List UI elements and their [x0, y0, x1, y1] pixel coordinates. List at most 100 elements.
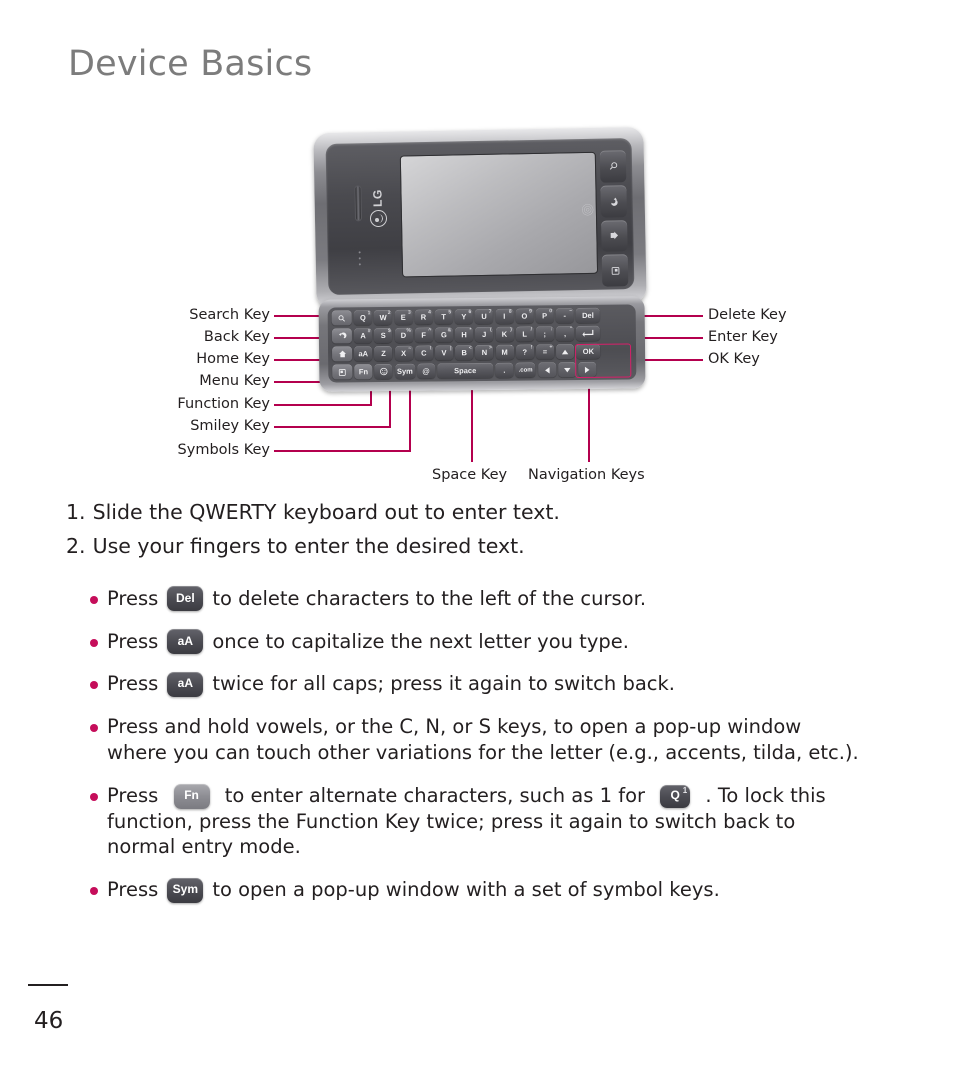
step-text: Slide the QWERTY keyboard out to enter t… [92, 500, 560, 524]
phone-upper-body: LG [313, 126, 647, 310]
step-item: 2. Use your fingers to enter the desired… [66, 534, 926, 558]
kb-key-n[interactable]: N > [475, 344, 494, 361]
kb-key-fn[interactable]: Fn [354, 364, 373, 380]
kb-back-icon[interactable] [331, 328, 352, 344]
bullet-dot-icon [90, 681, 98, 690]
kb-key-label: J [482, 329, 487, 339]
kb-key-label: Del [582, 310, 594, 320]
bullet-mid: to enter alternate characters, such as 1… [224, 783, 646, 807]
left-arrow-icon[interactable] [537, 362, 556, 378]
kb-key-h[interactable]: H * [454, 326, 474, 343]
kb-key-period[interactable]: . [495, 362, 514, 378]
kb-key-c[interactable]: C \ [414, 345, 433, 361]
kb-key-v[interactable]: V | [434, 345, 454, 361]
q-keycap-label: Q [670, 788, 680, 803]
search-icon[interactable] [599, 150, 627, 183]
kb-key-label: V [441, 348, 447, 358]
bullet-dot-icon [90, 887, 98, 896]
kb-key-m[interactable]: M ` [495, 344, 514, 360]
label-enter-key: Enter Key [708, 329, 778, 345]
right-arrow-icon[interactable] [578, 361, 597, 377]
label-smiley-key: Smiley Key [190, 418, 270, 434]
kb-key-u[interactable]: U7 [474, 308, 494, 325]
kb-key-del[interactable]: Del [575, 307, 601, 324]
phone-front-face: LG [325, 138, 635, 295]
kb-key-hyphen[interactable]: - ~ [555, 308, 574, 324]
kb-key-d[interactable]: D% [394, 327, 413, 343]
keyboard-row-1: Q1 W2 E3 R4 T5 Y6 U7 I8 O9 P0 - ~ Del [331, 307, 632, 326]
bullet-pre: Press [107, 783, 159, 807]
kb-key-x[interactable]: X ~ [394, 345, 413, 361]
phone-illustration: LG Q 1 W 2 E 3 R 4 T 5 Y 6 U 7 I 8 O 9 P… [305, 122, 655, 402]
bullet-text: Press Sym to open a pop-up window with a… [107, 877, 940, 903]
bullet-list: Press Del to delete characters to the le… [90, 586, 940, 920]
kb-key-q[interactable]: Q1 [353, 310, 372, 326]
kb-key-y[interactable]: Y6 [454, 309, 473, 325]
kb-key-j[interactable]: J( [475, 326, 494, 343]
kb-key-label: G [440, 330, 447, 340]
kb-key-w[interactable]: W2 [374, 309, 393, 326]
menu-icon[interactable] [601, 254, 629, 287]
kb-key-label: . [503, 365, 506, 375]
kb-key-space[interactable]: Space [437, 362, 494, 379]
kb-key-ok[interactable]: OK [576, 343, 601, 360]
kb-key-dotcom[interactable]: .com [515, 362, 536, 378]
kb-key-i[interactable]: I8 [495, 308, 514, 324]
kb-enter-icon[interactable] [576, 325, 601, 342]
up-arrow-icon[interactable] [556, 344, 575, 360]
kb-key-question[interactable]: ?! [515, 344, 534, 360]
kb-key-b[interactable]: B < [455, 344, 474, 361]
kb-key-semicolon[interactable]: ;: [535, 325, 554, 342]
leader-symbols-h [274, 450, 411, 452]
kb-key-sup: : [550, 325, 553, 332]
kb-key-at[interactable]: @ [416, 363, 436, 379]
kb-key-shift-aa[interactable]: aA [354, 346, 373, 362]
back-icon[interactable] [600, 184, 628, 218]
kb-menu-icon[interactable] [332, 364, 353, 380]
kb-key-label: T [441, 312, 446, 322]
home-icon[interactable] [601, 219, 628, 252]
kb-key-label: H [461, 329, 467, 339]
smiley-icon[interactable] [374, 363, 393, 380]
kb-home-icon[interactable] [332, 346, 353, 362]
kb-search-icon[interactable] [331, 310, 352, 326]
kb-key-t[interactable]: T5 [434, 309, 453, 325]
bullet-dot-icon [90, 638, 98, 647]
bullet-post: to delete characters to the left of the … [212, 587, 647, 610]
kb-key-sym[interactable]: Sym [394, 363, 415, 379]
bullet-text: Press aA twice for all caps; press it ag… [107, 671, 940, 697]
bullet-post: once to capitalize the next letter you t… [212, 629, 629, 653]
kb-key-sup: * [469, 326, 472, 333]
kb-key-sup: ( [489, 326, 492, 333]
kb-key-comma[interactable]: , " [555, 326, 575, 342]
kb-key-equals[interactable]: = + [535, 344, 555, 360]
label-space-key: Space Key [432, 467, 508, 483]
kb-key-label: = [542, 347, 548, 357]
kb-key-f[interactable]: F ^ [414, 327, 433, 343]
bullet-dot-icon [90, 724, 98, 733]
kb-key-s[interactable]: S $ [374, 327, 393, 344]
page-title: Device Basics [68, 44, 313, 84]
kb-key-label: E [400, 312, 406, 322]
kb-key-z[interactable]: Z [374, 345, 393, 362]
label-ok-key: OK Key [708, 351, 760, 367]
lg-logo: LG [353, 189, 403, 228]
kb-key-label: X [401, 348, 407, 358]
kb-key-r[interactable]: R4 [414, 309, 433, 325]
page-number: 46 [34, 1008, 64, 1034]
kb-key-a[interactable]: A # [354, 328, 373, 344]
kb-key-g[interactable]: G & [434, 327, 453, 343]
kb-key-p[interactable]: P0 [535, 308, 554, 324]
label-home-key: Home Key [196, 351, 270, 367]
kb-key-o[interactable]: O9 [515, 308, 534, 324]
kb-key-label: ; [543, 329, 547, 339]
keyboard-row-2: A # S $ D% F ^ G & H * J( K) L / ;: , " [331, 325, 632, 344]
kb-key-k[interactable]: K) [495, 326, 514, 342]
keyboard-row-3: aA Z X ~ C \ V | B < N > M ` ?! = + OK [332, 343, 632, 362]
kb-key-label: aA [358, 348, 369, 359]
kb-key-sup: < [468, 344, 472, 351]
kb-key-l[interactable]: L / [515, 326, 534, 342]
capacitive-button-column [599, 150, 629, 287]
kb-key-e[interactable]: E3 [394, 309, 413, 325]
down-arrow-icon[interactable] [557, 362, 577, 378]
